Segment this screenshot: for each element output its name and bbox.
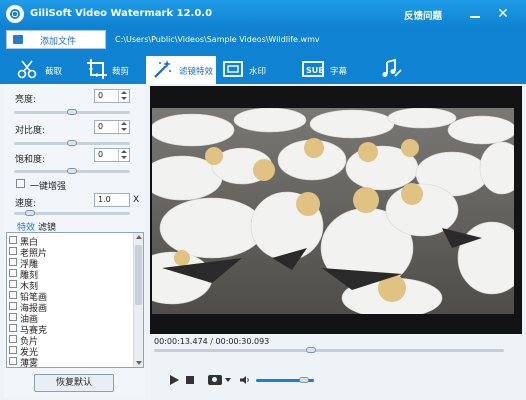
contrast-slider-thumb[interactable] [67,140,77,146]
tab-effects[interactable]: 滤镜特效 [146,56,216,84]
contrast-value: 0 [98,122,104,131]
tab-watermark-label: 水印 [249,67,267,77]
magic-wand-icon [154,60,171,78]
enhance-label: 一键增强 [30,182,67,192]
music-note-icon [382,58,402,77]
scroll-up-icon[interactable] [136,235,142,239]
video-preview [150,86,522,334]
saturation-stepper[interactable]: 0 [94,148,130,162]
close-icon[interactable]: ✕ [494,5,512,23]
speed-unit: X [133,195,140,205]
file-bar: 添加文件 C:\Users\Public\Videos\Sample Video… [0,28,526,52]
speed-label: 速度: [15,199,37,209]
saturation-slider-thumb[interactable] [67,168,77,174]
brightness-label: 亮度: [15,95,37,105]
file-path: C:\Users\Public\Videos\Sample Videos\Wil… [115,35,320,44]
saturation-slider[interactable] [14,168,130,174]
effect-checkbox[interactable] [9,269,17,277]
chevron-down-icon[interactable] [225,378,231,382]
effect-checkbox[interactable] [9,302,17,310]
feedback-link[interactable]: 反馈问题 [404,8,442,22]
effect-checkbox[interactable] [9,357,17,365]
effect-checkbox[interactable] [9,291,17,299]
speed-slider-thumb[interactable] [25,210,35,216]
effect-checkbox[interactable] [9,280,17,288]
effect-checkbox[interactable] [9,324,17,332]
tab-music[interactable] [378,56,408,84]
effect-checkbox[interactable] [9,313,17,321]
snapshot-camera-icon[interactable] [208,375,222,385]
speed-slider[interactable] [14,210,130,216]
title-bar: GiliSoft Video Watermark 12.0.0 反馈问题 ✕ [0,0,526,28]
minimize-icon[interactable] [466,5,484,23]
contrast-label: 对比度: [15,126,46,136]
tab-cut-label: 截取 [45,67,63,77]
tab-subtitle[interactable]: SUB 字幕 [302,56,362,84]
tab-crop-label: 裁剪 [112,67,130,77]
list-scrollbar[interactable] [133,233,143,367]
tab-crop[interactable]: 裁剪 [84,56,144,84]
window-title: GiliSoft Video Watermark 12.0.0 [30,8,213,19]
effect-checkbox[interactable] [9,236,17,244]
subtitle-icon: SUB [302,61,324,77]
scroll-down-icon[interactable] [136,361,142,365]
watermark-icon [223,61,243,77]
add-file-icon [13,35,23,44]
scrollbar-thumb[interactable] [135,245,142,305]
effect-checkbox[interactable] [9,346,17,354]
volume-speaker-icon[interactable] [240,376,250,384]
tab-subtitle-label: 字幕 [330,67,348,77]
volume-thumb[interactable] [299,377,309,383]
seek-bar[interactable] [154,347,504,353]
tab-effects-label: 滤镜特效 [179,67,214,77]
svg-text:SUB: SUB [306,66,324,75]
crop-icon [87,59,107,79]
effect-checkbox[interactable] [9,258,17,266]
contrast-stepper[interactable]: 0 [94,120,130,134]
saturation-value: 0 [98,150,104,159]
brightness-value: 0 [98,91,104,100]
brightness-slider[interactable] [14,109,130,115]
tab-cut[interactable]: 截取 [10,56,74,84]
effect-list[interactable]: 黑白 老照片 浮雕 雕刻 木刻 铅笔画 海报画 油画 马赛克 负片 发光 薄雾 [6,232,144,368]
add-file-button[interactable]: 添加文件 [6,30,106,49]
play-icon[interactable] [170,375,179,385]
speed-input[interactable]: 1.0 [94,193,130,207]
stepper-arrows-icon[interactable] [118,90,129,102]
effect-checkbox[interactable] [9,247,17,255]
gannets-picture [152,108,514,314]
saturation-label: 饱和度: [15,155,46,165]
brightness-stepper[interactable]: 0 [94,89,130,103]
app-logo-icon [6,5,24,23]
video-frame-image [152,108,514,314]
contrast-slider[interactable] [14,140,130,146]
enhance-checkbox[interactable] [16,179,25,188]
stepper-arrows-icon[interactable] [118,149,129,161]
stop-icon[interactable] [186,376,194,384]
add-file-label: 添加文件 [40,37,77,47]
brightness-slider-thumb[interactable] [67,109,77,115]
seek-thumb[interactable] [306,347,316,353]
volume-slider[interactable] [256,377,314,383]
feature-tabs: 截取 裁剪 滤镜特效 水印 SUB 字幕 [0,52,526,84]
effect-checkbox[interactable] [9,335,17,343]
scissors-icon [17,60,37,79]
stepper-arrows-icon[interactable] [118,121,129,133]
tab-watermark[interactable]: 水印 [222,56,282,84]
reset-default-button[interactable]: 恢复默认 [34,374,114,392]
playback-time: 00:00:13.474 / 00:00:30.093 [154,337,270,346]
